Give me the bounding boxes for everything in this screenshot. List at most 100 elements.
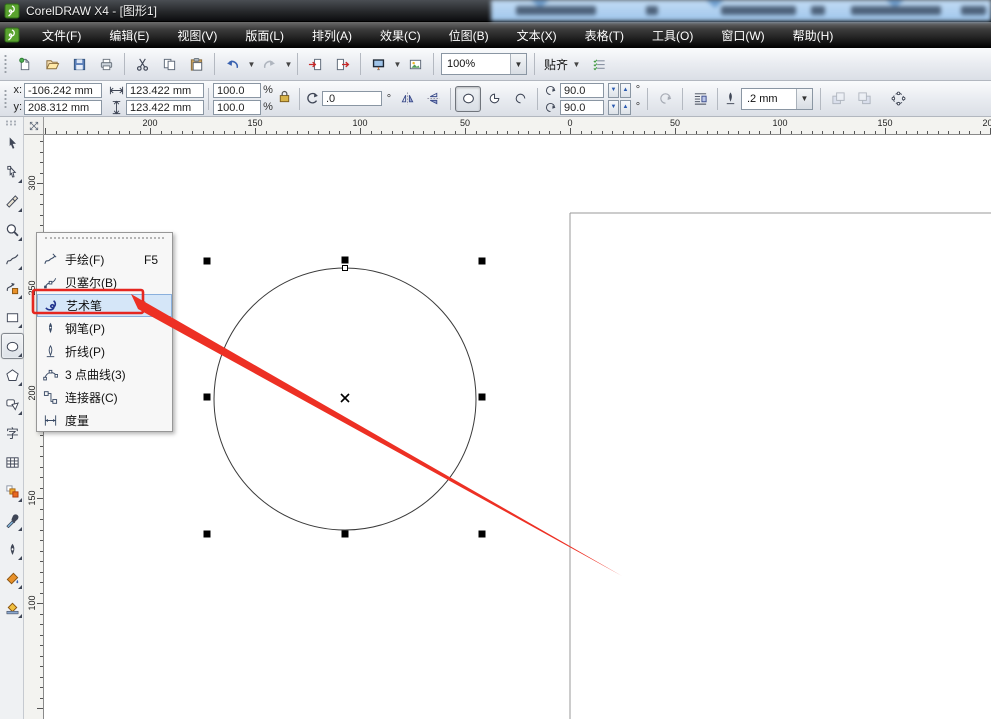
ellipse-node[interactable] [342, 265, 348, 271]
ruler-tick [612, 131, 613, 134]
ruler-tick [654, 131, 655, 134]
outline-width-dropdown-button[interactable]: ▼ [796, 88, 812, 109]
nonproportional-scale-lock-button[interactable] [273, 85, 295, 107]
menu-item-7[interactable]: 位图(B) [435, 23, 503, 48]
table-tool[interactable] [1, 449, 24, 475]
object-height-input[interactable]: 123.422 mm [126, 99, 204, 115]
rotation-icon [304, 91, 320, 107]
undo-button-dropdown-arrow[interactable]: ▼ [247, 60, 256, 69]
ellipse-mode-button[interactable] [455, 85, 481, 112]
ruler-tick [40, 519, 43, 520]
scale-x-input[interactable]: 100.0 [213, 82, 261, 98]
mirror-horizontal-button[interactable] [394, 86, 420, 112]
snap-to-dropdown-arrow[interactable]: ▼ [572, 60, 581, 69]
flyout-item-7[interactable]: 连接器(C) [37, 386, 172, 409]
shape-tool[interactable] [1, 159, 24, 185]
menu-item-12[interactable]: 帮助(H) [779, 23, 848, 48]
canvas[interactable] [44, 135, 991, 719]
corel-online-button[interactable] [402, 51, 429, 77]
menu-item-11[interactable]: 窗口(W) [707, 23, 778, 48]
redo-button-dropdown-arrow[interactable]: ▼ [284, 60, 293, 69]
text-tool[interactable]: 字 [1, 420, 24, 446]
import-button[interactable] [302, 51, 329, 77]
flyout-item-3[interactable]: 艺术笔 I [37, 294, 172, 317]
snap-to-dropdown[interactable]: 贴齐 ▼ [539, 52, 586, 76]
end-angle-input[interactable]: 90.0 [560, 99, 604, 115]
menu-item-9[interactable]: 表格(T) [571, 23, 638, 48]
zoom-level-combo[interactable]: 100% ▼ [441, 53, 527, 75]
application-launcher-button[interactable] [365, 51, 392, 77]
menu-item-10[interactable]: 工具(O) [638, 23, 707, 48]
ruler-tick [948, 131, 949, 134]
outline-width-combo[interactable]: .2 mm ▼ [741, 87, 813, 110]
undo-button[interactable] [219, 51, 246, 77]
new-document-button[interactable] [12, 51, 39, 77]
y-position-input[interactable]: 208.312 mm [24, 99, 102, 115]
menu-item-3[interactable]: 视图(V) [163, 23, 231, 48]
copy-button[interactable] [156, 51, 183, 77]
fill-tool[interactable] [1, 565, 24, 591]
pick-tool[interactable] [1, 130, 24, 156]
menu-item-5[interactable]: 排列(A) [298, 23, 366, 48]
zoom-tool[interactable] [1, 217, 24, 243]
toolbox-grip[interactable] [5, 120, 18, 126]
outline-pen-tool[interactable] [1, 536, 24, 562]
object-width-input[interactable]: 123.422 mm [126, 82, 204, 98]
change-arc-direction-button[interactable] [652, 86, 678, 112]
convert-to-curves-button[interactable] [885, 86, 911, 112]
export-button[interactable] [329, 51, 356, 77]
print-button[interactable] [93, 51, 120, 77]
ellipse-tool[interactable] [1, 333, 24, 359]
menu-item-2[interactable]: 编辑(E) [95, 23, 163, 48]
start-angle-input[interactable]: 90.0 [560, 82, 604, 98]
menu-item-4[interactable]: 版面(L) [231, 23, 298, 48]
flyout-item-1[interactable]: 手绘(F) F5 [37, 248, 172, 271]
ruler-tick [591, 131, 592, 134]
menu-item-1[interactable]: 文件(F) [28, 23, 95, 48]
mirror-vertical-button[interactable] [420, 86, 446, 112]
horizontal-ruler[interactable]: 200 150 100 50 0 50 100 150 200 [44, 117, 991, 135]
selection-center-mark[interactable] [340, 393, 350, 403]
wrap-paragraph-text-button[interactable] [687, 86, 713, 112]
property-bar-grip[interactable] [3, 87, 8, 110]
eyedropper-tool[interactable] [1, 507, 24, 533]
crop-tool[interactable] [1, 188, 24, 214]
cut-button[interactable] [129, 51, 156, 77]
options-button[interactable] [586, 51, 613, 77]
flyout-item-6[interactable]: 3 点曲线(3) [37, 363, 172, 386]
polygon-tool[interactable] [1, 362, 24, 388]
to-back-button[interactable] [851, 86, 877, 112]
menu-item-8[interactable]: 文本(X) [503, 23, 571, 48]
open-button[interactable] [39, 51, 66, 77]
interactive-blend-tool[interactable] [1, 478, 24, 504]
paste-button[interactable] [183, 51, 210, 77]
arc-mode-button[interactable] [507, 86, 533, 112]
ruler-label-top: 0 [567, 118, 573, 128]
interactive-fill-tool[interactable] [1, 594, 24, 620]
toolbar-grip[interactable] [3, 53, 8, 75]
property-bar-separator [717, 87, 718, 110]
redo-button[interactable] [256, 51, 283, 77]
flyout-item-label: 艺术笔 [66, 299, 103, 313]
basic-shapes-tool[interactable] [1, 391, 24, 417]
end-angle-spinner[interactable]: ▼ ▲ [608, 99, 631, 115]
smart-fill-tool[interactable] [1, 275, 24, 301]
flyout-item-5[interactable]: 折线(P) [37, 340, 172, 363]
start-angle-spinner[interactable]: ▼ ▲ [608, 82, 631, 98]
to-front-button[interactable] [825, 86, 851, 112]
zoom-level-combo-dropdown-button[interactable]: ▼ [510, 54, 526, 74]
rotation-angle-input[interactable]: .0 [322, 91, 382, 106]
pie-mode-button[interactable] [481, 86, 507, 112]
scale-y-input[interactable]: 100.0 [213, 99, 261, 115]
ruler-origin[interactable] [24, 117, 44, 135]
flyout-item-8[interactable]: 度量 [37, 409, 172, 432]
freehand-tool[interactable] [1, 246, 24, 272]
flyout-drag-handle[interactable] [45, 237, 164, 243]
x-position-input[interactable]: -106.242 mm [24, 82, 102, 98]
menu-item-6[interactable]: 效果(C) [366, 23, 435, 48]
save-button[interactable] [66, 51, 93, 77]
rectangle-tool[interactable] [1, 304, 24, 330]
flyout-item-2[interactable]: 贝塞尔(B) [37, 271, 172, 294]
application-launcher-button-dropdown-arrow[interactable]: ▼ [393, 60, 402, 69]
flyout-item-4[interactable]: 钢笔(P) [37, 317, 172, 340]
